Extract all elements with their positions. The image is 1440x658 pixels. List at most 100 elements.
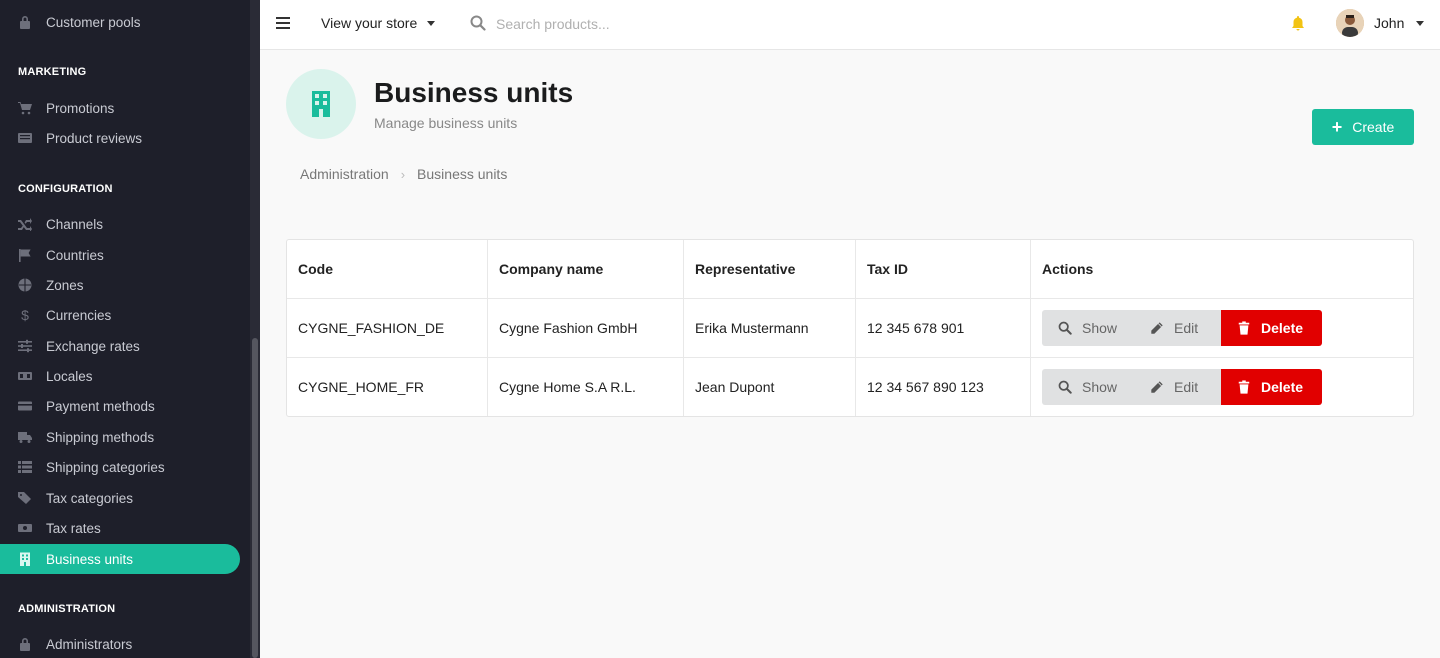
sidebar-item-payment-methods[interactable]: Payment methods <box>0 391 240 421</box>
sidebar-item-currencies[interactable]: $ Currencies <box>0 300 240 330</box>
sidebar-section-administration: ADMINISTRATION <box>18 603 116 615</box>
money-icon <box>18 521 32 535</box>
sidebar-item-promotions[interactable]: Promotions <box>0 93 240 123</box>
sidebar-scrollbar[interactable] <box>250 0 260 658</box>
business-units-table: Code Company name Representative Tax ID … <box>286 239 1414 417</box>
action-buttons: Show Edit Delete <box>1042 310 1322 346</box>
sidebar-item-label: Countries <box>46 247 104 263</box>
table-row: CYGNE_HOME_FR Cygne Home S.A R.L. Jean D… <box>287 358 1413 416</box>
search-input[interactable] <box>496 13 796 35</box>
sidebar-item-administrators[interactable]: Administrators <box>0 629 240 658</box>
cell-actions: Show Edit Delete <box>1031 299 1413 357</box>
sidebar-item-countries[interactable]: Countries <box>0 240 240 270</box>
sidebar-item-channels[interactable]: Channels <box>0 209 240 239</box>
cell-company-name: Cygne Fashion GmbH <box>488 299 684 357</box>
flag-icon <box>18 248 32 262</box>
cell-company-name: Cygne Home S.A R.L. <box>488 358 684 416</box>
dollar-icon: $ <box>21 307 29 323</box>
avatar[interactable] <box>1336 9 1364 37</box>
cell-tax-id: 12 345 678 901 <box>856 299 1031 357</box>
cell-actions: Show Edit Delete <box>1031 358 1413 416</box>
trash-icon <box>1238 380 1250 394</box>
delete-button-label: Delete <box>1261 320 1304 336</box>
page-icon <box>286 69 356 139</box>
show-button-label: Show <box>1082 379 1118 395</box>
column-header-tax-id[interactable]: Tax ID <box>856 240 1031 298</box>
sidebar-item-label: Channels <box>46 216 104 232</box>
sidebar-item-label: Exchange rates <box>46 338 140 354</box>
sidebar-item-product-reviews[interactable]: Product reviews <box>0 123 240 153</box>
sidebar-item-zones[interactable]: Zones <box>0 270 240 300</box>
delete-button-label: Delete <box>1261 379 1304 395</box>
edit-button[interactable]: Edit <box>1132 310 1221 346</box>
cell-code: CYGNE_FASHION_DE <box>287 299 488 357</box>
sidebar-item-label: Tax categories <box>46 490 134 506</box>
edit-button-label: Edit <box>1174 379 1199 395</box>
sidebar-item-label: Promotions <box>46 100 115 116</box>
caret-down-icon[interactable] <box>1416 21 1424 26</box>
cart-icon <box>18 101 32 115</box>
create-button-label: Create <box>1352 119 1395 135</box>
page-title: Business units <box>374 77 574 108</box>
sidebar-item-label: Tax rates <box>46 520 101 536</box>
sidebar-item-label: Product reviews <box>46 130 143 146</box>
column-header-representative[interactable]: Representative <box>684 240 856 298</box>
lock-icon <box>18 15 32 29</box>
column-header-company-name[interactable]: Company name <box>488 240 684 298</box>
breadcrumb-item-business-units: Business units <box>417 166 508 182</box>
sidebar-section-marketing: MARKETING <box>18 66 87 78</box>
building-icon <box>18 552 32 566</box>
globe-icon <box>18 278 32 292</box>
top-bar: View your store John <box>260 0 1440 50</box>
menu-toggle-icon[interactable] <box>276 17 290 29</box>
list-icon <box>18 460 32 474</box>
edit-button[interactable]: Edit <box>1132 369 1221 405</box>
sidebar-item-label: Payment methods <box>46 398 155 414</box>
breadcrumb: Administration › Business units <box>300 166 507 182</box>
breadcrumb-item-administration[interactable]: Administration <box>300 166 389 182</box>
building-icon <box>312 91 330 117</box>
sidebar-item-exchange-rates[interactable]: Exchange rates <box>0 331 240 361</box>
view-store-dropdown[interactable]: View your store <box>321 15 436 31</box>
page-subtitle: Manage business units <box>374 115 518 131</box>
sidebar-item-label: Customer pools <box>46 14 141 30</box>
sidebar-item-label: Zones <box>46 277 84 293</box>
sidebar-item-label: Shipping categories <box>46 459 165 475</box>
sidebar-item-tax-rates[interactable]: Tax rates <box>0 513 240 543</box>
sidebar-item-shipping-categories[interactable]: Shipping categories <box>0 452 240 482</box>
truck-icon <box>18 430 32 444</box>
trash-icon <box>1238 321 1250 335</box>
translate-icon <box>18 369 32 383</box>
sidebar-item-label: Administrators <box>46 636 133 652</box>
sidebar-item-label: Shipping methods <box>46 429 155 445</box>
table-row: CYGNE_FASHION_DE Cygne Fashion GmbH Erik… <box>287 299 1413 358</box>
sidebar-section-configuration: CONFIGURATION <box>18 183 113 195</box>
sidebar-item-shipping-methods[interactable]: Shipping methods <box>0 422 240 452</box>
search-icon <box>1058 321 1072 335</box>
sidebar-item-label: Business units <box>46 551 134 567</box>
lock-icon <box>18 637 32 651</box>
cell-tax-id: 12 34 567 890 123 <box>856 358 1031 416</box>
show-button[interactable]: Show <box>1042 310 1132 346</box>
sidebar-item-label: Currencies <box>46 307 112 323</box>
sidebar-item-tax-categories[interactable]: Tax categories <box>0 483 240 513</box>
scrollbar-thumb[interactable] <box>252 338 258 658</box>
search-icon <box>470 15 486 31</box>
bell-icon[interactable] <box>1290 15 1306 31</box>
sidebar-item-business-units[interactable]: Business units <box>0 544 240 574</box>
sidebar-item-customer-pools[interactable]: Customer pools <box>0 7 240 37</box>
action-buttons: Show Edit Delete <box>1042 369 1322 405</box>
delete-button[interactable]: Delete <box>1221 310 1322 346</box>
create-button[interactable]: + Create <box>1312 109 1414 145</box>
plus-icon: + <box>1331 117 1343 137</box>
show-button[interactable]: Show <box>1042 369 1132 405</box>
show-button-label: Show <box>1082 320 1118 336</box>
search-icon <box>1058 380 1072 394</box>
sidebar-item-label: Locales <box>46 368 93 384</box>
delete-button[interactable]: Delete <box>1221 369 1322 405</box>
sidebar-item-locales[interactable]: Locales <box>0 361 240 391</box>
table-header-row: Code Company name Representative Tax ID … <box>287 240 1413 299</box>
tags-icon <box>18 491 32 505</box>
user-name[interactable]: John <box>1374 15 1404 31</box>
column-header-code[interactable]: Code <box>287 240 488 298</box>
